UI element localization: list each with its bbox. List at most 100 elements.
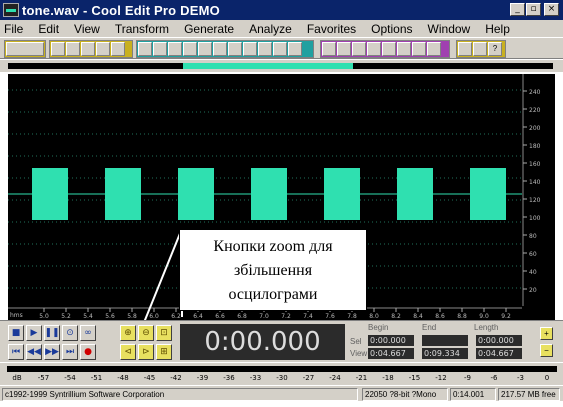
pause-icon[interactable]: ❚❚ (44, 325, 60, 341)
info-icon[interactable] (397, 42, 411, 56)
menu-analyze[interactable]: Analyze (249, 22, 292, 36)
time-tick-label: 7.4 (303, 313, 313, 320)
spectral-view-icon[interactable] (337, 42, 351, 56)
sel-length-field[interactable]: 0:00.000 (476, 335, 522, 346)
time-tick-label: 8.0 (369, 313, 379, 320)
cue-icon[interactable] (427, 42, 441, 56)
transport-row-1: ■ ▶ ❚❚ ⊙ ∞ (8, 325, 96, 341)
app-icon[interactable] (3, 3, 19, 17)
maximize-button[interactable]: ▫ (526, 3, 541, 16)
annotation-line-2: збільшення (233, 262, 313, 279)
zoom-full-icon[interactable]: ⊡ (156, 325, 172, 341)
save-file-icon[interactable] (96, 42, 110, 56)
loop-icon[interactable]: ∞ (80, 325, 96, 341)
zoom-out-icon[interactable]: ⊖ (138, 325, 154, 341)
time-display: 0:00.000 (180, 324, 345, 360)
amplitude-tick-label: 60 (529, 251, 537, 258)
view-length-field[interactable]: 0:04.667 (476, 348, 522, 359)
menu-window[interactable]: Window (428, 22, 471, 36)
tone-burst (324, 168, 360, 220)
go-to-start-icon[interactable]: ⏮ (8, 344, 24, 360)
menu-favorites[interactable]: Favorites (307, 22, 356, 36)
amplitude-tick-label: 180 (529, 143, 541, 150)
document-icon[interactable] (412, 42, 426, 56)
menu-file[interactable]: File (4, 22, 23, 36)
time-ruler-unit: hms (10, 312, 23, 319)
view-begin-field[interactable]: 0:04.667 (368, 348, 414, 359)
grid-alt-icon[interactable] (367, 42, 381, 56)
help-icon[interactable]: ? (488, 42, 502, 56)
close-file-icon[interactable] (81, 42, 95, 56)
menu-generate[interactable]: Generate (184, 22, 234, 36)
zoom-right-icon[interactable]: ⊳ (138, 344, 154, 360)
vertical-zoom-out-icon[interactable]: − (540, 344, 553, 357)
overview-viewport-thumb[interactable] (183, 63, 353, 69)
save-as-icon[interactable] (111, 42, 125, 56)
menu-options[interactable]: Options (371, 22, 412, 36)
undo-icon[interactable] (138, 42, 152, 56)
zoom-left-icon[interactable]: ⊲ (120, 344, 136, 360)
copy-new-icon[interactable] (198, 42, 212, 56)
paste-icon[interactable] (228, 42, 242, 56)
toolbar-view-group (320, 40, 450, 58)
settings-icon[interactable] (458, 42, 472, 56)
menu-view[interactable]: View (74, 22, 100, 36)
new-file-icon[interactable] (51, 42, 65, 56)
sel-end-field[interactable] (422, 335, 468, 346)
time-tick-label: 6.4 (193, 313, 203, 320)
record-icon[interactable]: ● (80, 344, 96, 360)
zoom-selection-icon[interactable]: ⊞ (156, 344, 172, 360)
repeat-icon[interactable] (168, 42, 182, 56)
status-format: 22050 ?8-bit ?Mono (362, 388, 448, 401)
time-tick-label: 7.6 (325, 313, 335, 320)
view-end-field[interactable]: 0:09.334 (422, 348, 468, 359)
level-meter: dB -57 -54 -51 -48 -45 -42 -39 -36 -33 -30 -27 -24 -2… (0, 363, 563, 385)
trim-icon[interactable] (273, 42, 287, 56)
level-meter-bar (7, 366, 557, 372)
vertical-zoom-in-icon[interactable]: + (540, 327, 553, 340)
mix-paste-icon[interactable] (258, 42, 272, 56)
menu-help[interactable]: Help (485, 22, 510, 36)
amplitude-tick-label: 20 (529, 287, 537, 294)
zoom-row-1: ⊕ ⊖ ⊡ (120, 325, 172, 341)
amplitude-tick-label: 100 (529, 215, 541, 222)
fast-forward-icon[interactable]: ▶▶ (44, 344, 60, 360)
menu-edit[interactable]: Edit (38, 22, 59, 36)
toolbar-edit-group (136, 40, 314, 58)
waveform-view-icon[interactable] (322, 42, 336, 56)
selection-view-panel: Begin End Length Sel View 0:00.000 0:00.… (350, 323, 530, 361)
play-to-end-icon[interactable]: ⊙ (62, 325, 78, 341)
rewind-icon[interactable]: ◀◀ (26, 344, 42, 360)
close-button[interactable]: × (544, 3, 559, 16)
select-icon[interactable] (288, 42, 302, 56)
grid-icon[interactable] (352, 42, 366, 56)
zoom-in-icon[interactable]: ⊕ (120, 325, 136, 341)
amplitude-tick-label: 120 (529, 197, 541, 204)
stop-icon[interactable]: ■ (8, 325, 24, 341)
cut-icon[interactable] (213, 42, 227, 56)
minimize-button[interactable]: _ (510, 3, 525, 16)
multitrack-toggle-icon[interactable] (6, 42, 44, 56)
properties-icon[interactable] (473, 42, 487, 56)
copy-icon[interactable] (183, 42, 197, 56)
paste-new-icon[interactable] (243, 42, 257, 56)
level-tick-label: -45 (143, 374, 156, 382)
open-file-icon[interactable] (66, 42, 80, 56)
window-title: tone.wav - Cool Edit Pro DEMO (22, 2, 220, 18)
menu-transform[interactable]: Transform (115, 22, 169, 36)
level-tick-label: -18 (382, 374, 394, 382)
transport-row-2: ⏮ ◀◀ ▶▶ ⏭ ● (8, 344, 96, 360)
play-icon[interactable]: ▶ (26, 325, 42, 341)
sel-begin-field[interactable]: 0:00.000 (368, 335, 414, 346)
level-tick-label: -6 (490, 374, 498, 382)
go-to-end-icon[interactable]: ⏭ (62, 344, 78, 360)
status-free-space: 217.57 MB free (498, 388, 560, 401)
menu-bar: File Edit View Transform Generate Analyz… (0, 20, 563, 37)
begin-header: Begin (368, 323, 389, 332)
grid-third-icon[interactable] (382, 42, 396, 56)
annotation-line-1: Кнопки zoom для (213, 238, 333, 255)
level-meter-scale: dB -57 -54 -51 -48 -45 -42 -39 -36 -33 -30 -27 -24 -2… (7, 374, 557, 384)
time-tick-label: 9.2 (501, 313, 511, 320)
level-tick-label: -36 (223, 374, 235, 382)
redo-icon[interactable] (153, 42, 167, 56)
